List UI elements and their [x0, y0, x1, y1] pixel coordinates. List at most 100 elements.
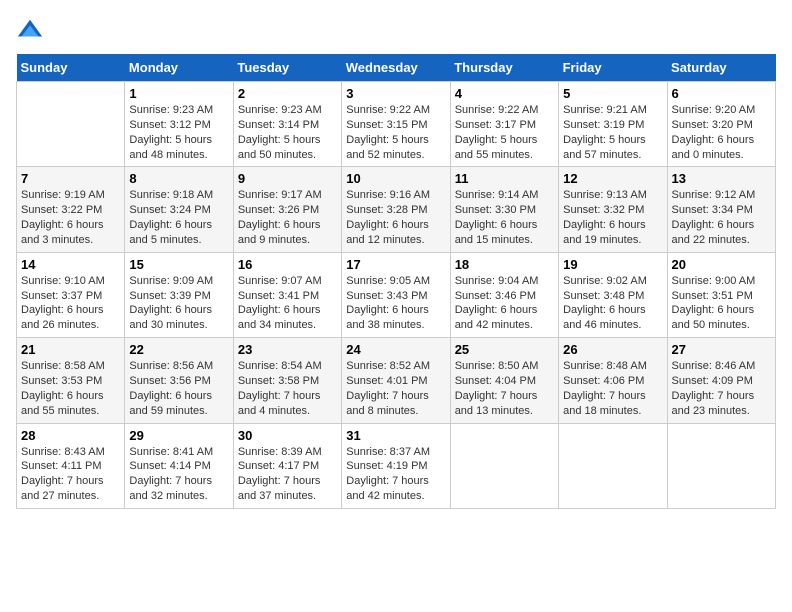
day-details: Sunrise: 9:02 AMSunset: 3:48 PMDaylight:… [563, 274, 662, 333]
day-number: 19 [563, 257, 662, 272]
day-details: Sunrise: 9:07 AMSunset: 3:41 PMDaylight:… [238, 274, 337, 333]
calendar-cell: 21 Sunrise: 8:58 AMSunset: 3:53 PMDayligh… [17, 338, 125, 423]
calendar-cell: 2Sunrise: 9:23 AMSunset: 3:14 PMDaylight… [233, 82, 341, 167]
calendar-table: SundayMondayTuesdayWednesdayThursdayFrid… [16, 54, 776, 509]
calendar-cell: 31 Sunrise: 8:37 AMSunset: 4:19 PMDayligh… [342, 423, 450, 508]
day-number: 12 [563, 171, 662, 186]
calendar-cell: 18 Sunrise: 9:04 AMSunset: 3:46 PMDayligh… [450, 252, 558, 337]
calendar-cell [17, 82, 125, 167]
day-number: 18 [455, 257, 554, 272]
day-number: 1 [129, 86, 228, 101]
day-number: 16 [238, 257, 337, 272]
day-number: 8 [129, 171, 228, 186]
day-number: 23 [238, 342, 337, 357]
header-day: Tuesday [233, 54, 341, 82]
calendar-cell: 7 Sunrise: 9:19 AMSunset: 3:22 PMDaylight… [17, 167, 125, 252]
day-number: 22 [129, 342, 228, 357]
calendar-cell: 26 Sunrise: 8:48 AMSunset: 4:06 PMDayligh… [559, 338, 667, 423]
day-number: 27 [672, 342, 771, 357]
day-details: Sunrise: 9:14 AMSunset: 3:30 PMDaylight:… [455, 188, 554, 247]
day-details: Sunrise: 8:52 AMSunset: 4:01 PMDaylight:… [346, 359, 445, 418]
calendar-header: SundayMondayTuesdayWednesdayThursdayFrid… [17, 54, 776, 82]
day-number: 2 [238, 86, 337, 101]
calendar-cell: 9 Sunrise: 9:17 AMSunset: 3:26 PMDaylight… [233, 167, 341, 252]
calendar-cell: 16 Sunrise: 9:07 AMSunset: 3:41 PMDayligh… [233, 252, 341, 337]
day-details: Sunrise: 8:46 AMSunset: 4:09 PMDaylight:… [672, 359, 771, 418]
day-number: 26 [563, 342, 662, 357]
day-details: Sunrise: 9:22 AMSunset: 3:17 PMDaylight:… [455, 103, 554, 162]
calendar-cell: 8 Sunrise: 9:18 AMSunset: 3:24 PMDaylight… [125, 167, 233, 252]
day-details: Sunrise: 9:17 AMSunset: 3:26 PMDaylight:… [238, 188, 337, 247]
calendar-cell: 30 Sunrise: 8:39 AMSunset: 4:17 PMDayligh… [233, 423, 341, 508]
day-number: 6 [672, 86, 771, 101]
calendar-cell: 1 Sunrise: 9:23 AMSunset: 3:12 PMDaylight… [125, 82, 233, 167]
calendar-cell: 12 Sunrise: 9:13 AMSunset: 3:32 PMDayligh… [559, 167, 667, 252]
day-details: Sunrise: 8:58 AMSunset: 3:53 PMDaylight:… [21, 359, 120, 418]
day-details: Sunrise: 8:50 AMSunset: 4:04 PMDaylight:… [455, 359, 554, 418]
day-number: 14 [21, 257, 120, 272]
day-details: Sunrise: 9:22 AMSunset: 3:15 PMDaylight:… [346, 103, 445, 162]
day-details: Sunrise: 9:19 AMSunset: 3:22 PMDaylight:… [21, 188, 120, 247]
header-day: Friday [559, 54, 667, 82]
day-number: 15 [129, 257, 228, 272]
day-details: Sunrise: 8:43 AMSunset: 4:11 PMDaylight:… [21, 445, 120, 504]
day-details: Sunrise: 9:23 AMSunset: 3:12 PMDaylight:… [129, 103, 228, 162]
calendar-cell: 27 Sunrise: 8:46 AMSunset: 4:09 PMDayligh… [667, 338, 775, 423]
day-details: Sunrise: 9:18 AMSunset: 3:24 PMDaylight:… [129, 188, 228, 247]
day-number: 28 [21, 428, 120, 443]
header-day: Wednesday [342, 54, 450, 82]
day-number: 30 [238, 428, 337, 443]
day-details: Sunrise: 9:12 AMSunset: 3:34 PMDaylight:… [672, 188, 771, 247]
calendar-cell: 22Sunrise: 8:56 AMSunset: 3:56 PMDayligh… [125, 338, 233, 423]
day-number: 7 [21, 171, 120, 186]
day-details: Sunrise: 9:05 AMSunset: 3:43 PMDaylight:… [346, 274, 445, 333]
calendar-cell: 15 Sunrise: 9:09 AMSunset: 3:39 PMDayligh… [125, 252, 233, 337]
day-details: Sunrise: 8:39 AMSunset: 4:17 PMDaylight:… [238, 445, 337, 504]
calendar-cell: 23 Sunrise: 8:54 AMSunset: 3:58 PMDayligh… [233, 338, 341, 423]
calendar-body: 1 Sunrise: 9:23 AMSunset: 3:12 PMDaylight… [17, 82, 776, 509]
day-number: 17 [346, 257, 445, 272]
day-number: 5 [563, 86, 662, 101]
day-number: 9 [238, 171, 337, 186]
day-details: Sunrise: 8:41 AMSunset: 4:14 PMDaylight:… [129, 445, 228, 504]
calendar-cell: 3 Sunrise: 9:22 AMSunset: 3:15 PMDaylight… [342, 82, 450, 167]
day-number: 3 [346, 86, 445, 101]
calendar-week-row: 21 Sunrise: 8:58 AMSunset: 3:53 PMDayligh… [17, 338, 776, 423]
day-details: Sunrise: 9:21 AMSunset: 3:19 PMDaylight:… [563, 103, 662, 162]
day-details: Sunrise: 8:54 AMSunset: 3:58 PMDaylight:… [238, 359, 337, 418]
page-header [16, 16, 776, 44]
calendar-cell [667, 423, 775, 508]
day-number: 21 [21, 342, 120, 357]
calendar-cell: 24 Sunrise: 8:52 AMSunset: 4:01 PMDayligh… [342, 338, 450, 423]
day-details: Sunrise: 9:04 AMSunset: 3:46 PMDaylight:… [455, 274, 554, 333]
day-number: 13 [672, 171, 771, 186]
calendar-cell: 11Sunrise: 9:14 AMSunset: 3:30 PMDayligh… [450, 167, 558, 252]
day-details: Sunrise: 8:37 AMSunset: 4:19 PMDaylight:… [346, 445, 445, 504]
calendar-week-row: 1 Sunrise: 9:23 AMSunset: 3:12 PMDaylight… [17, 82, 776, 167]
calendar-week-row: 14 Sunrise: 9:10 AMSunset: 3:37 PMDayligh… [17, 252, 776, 337]
calendar-week-row: 7 Sunrise: 9:19 AMSunset: 3:22 PMDaylight… [17, 167, 776, 252]
day-number: 25 [455, 342, 554, 357]
header-day: Sunday [17, 54, 125, 82]
calendar-cell: 17 Sunrise: 9:05 AMSunset: 3:43 PMDayligh… [342, 252, 450, 337]
day-number: 20 [672, 257, 771, 272]
day-details: Sunrise: 9:09 AMSunset: 3:39 PMDaylight:… [129, 274, 228, 333]
calendar-cell [450, 423, 558, 508]
day-number: 29 [129, 428, 228, 443]
day-details: Sunrise: 8:48 AMSunset: 4:06 PMDaylight:… [563, 359, 662, 418]
day-number: 24 [346, 342, 445, 357]
calendar-cell: 13 Sunrise: 9:12 AMSunset: 3:34 PMDayligh… [667, 167, 775, 252]
calendar-cell: 10Sunrise: 9:16 AMSunset: 3:28 PMDayligh… [342, 167, 450, 252]
calendar-cell: 28 Sunrise: 8:43 AMSunset: 4:11 PMDayligh… [17, 423, 125, 508]
day-details: Sunrise: 9:10 AMSunset: 3:37 PMDaylight:… [21, 274, 120, 333]
day-number: 31 [346, 428, 445, 443]
calendar-cell: 19 Sunrise: 9:02 AMSunset: 3:48 PMDayligh… [559, 252, 667, 337]
day-details: Sunrise: 9:13 AMSunset: 3:32 PMDaylight:… [563, 188, 662, 247]
header-day: Saturday [667, 54, 775, 82]
calendar-cell: 14 Sunrise: 9:10 AMSunset: 3:37 PMDayligh… [17, 252, 125, 337]
calendar-cell: 6Sunrise: 9:20 AMSunset: 3:20 PMDaylight… [667, 82, 775, 167]
calendar-cell: 25 Sunrise: 8:50 AMSunset: 4:04 PMDayligh… [450, 338, 558, 423]
calendar-cell: 29 Sunrise: 8:41 AMSunset: 4:14 PMDayligh… [125, 423, 233, 508]
calendar-cell: 5 Sunrise: 9:21 AMSunset: 3:19 PMDaylight… [559, 82, 667, 167]
header-row: SundayMondayTuesdayWednesdayThursdayFrid… [17, 54, 776, 82]
